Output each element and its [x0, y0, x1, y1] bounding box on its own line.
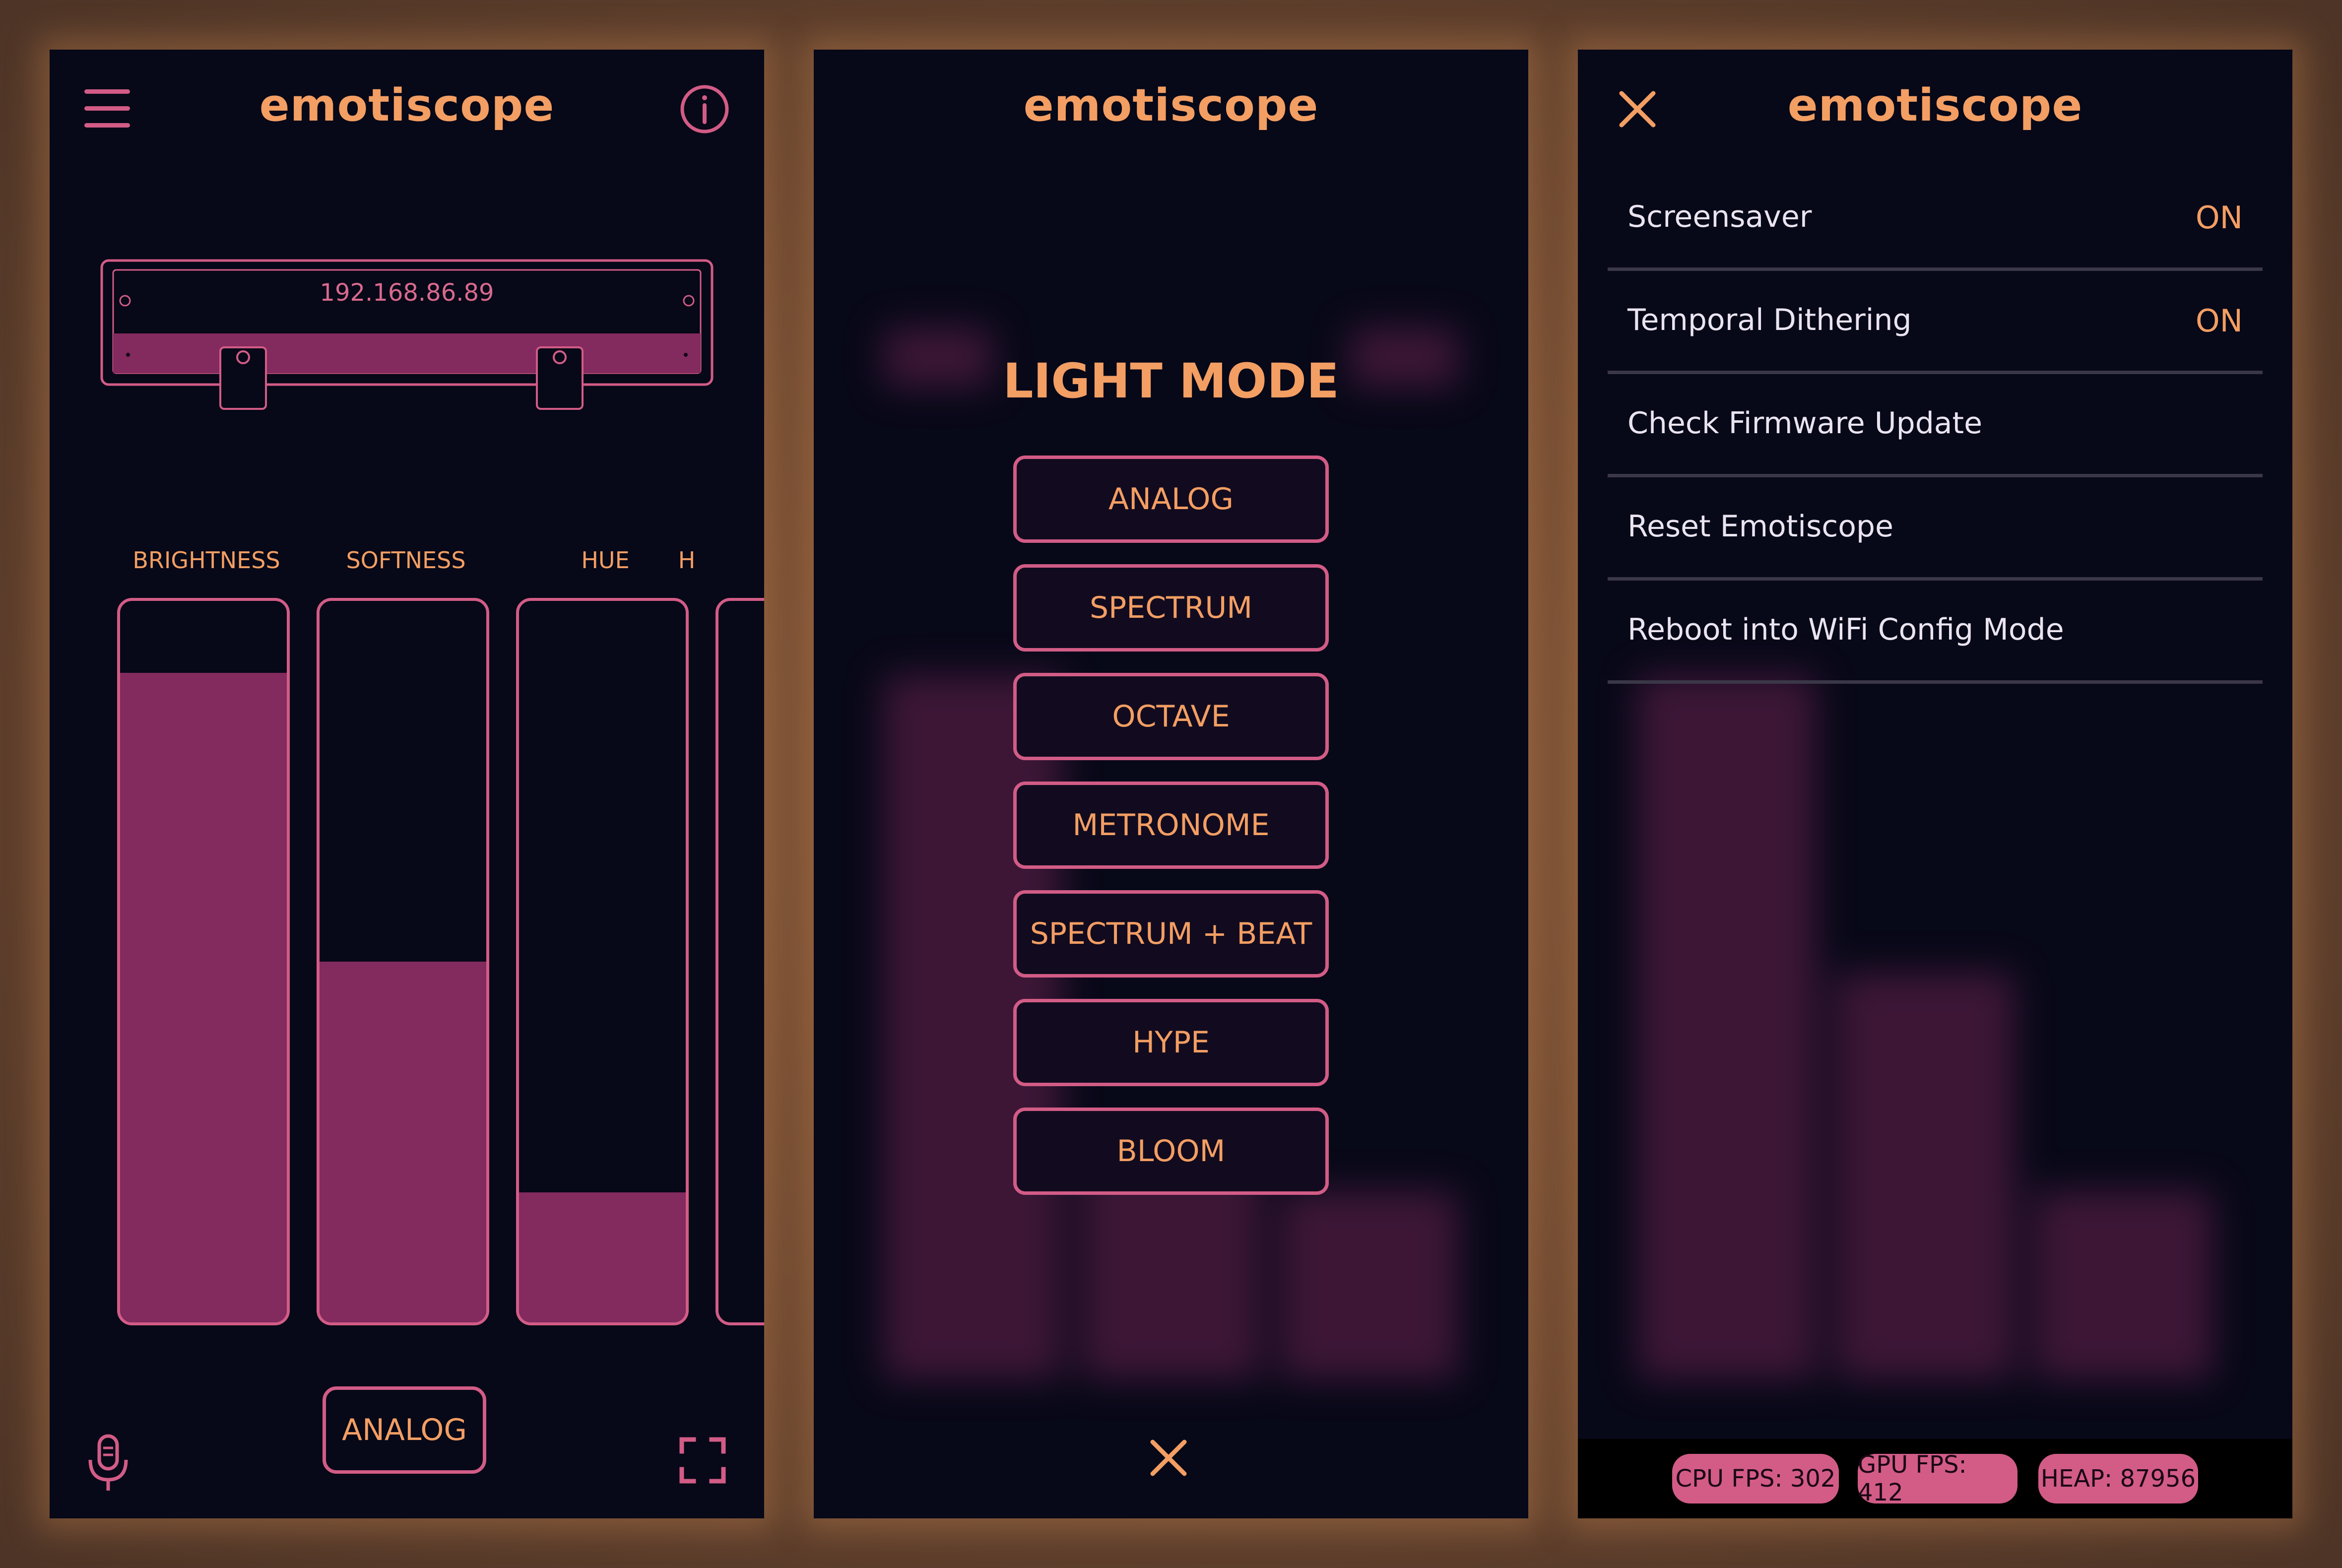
light-mode-heading: LIGHT MODE [1003, 353, 1339, 409]
mode-hype-button[interactable]: HYPE [1013, 999, 1329, 1086]
info-icon[interactable] [679, 83, 730, 135]
heap-badge: HEAP: 87956 [2038, 1454, 2198, 1503]
light-mode-screen: emotiscope LIGHT MODE ANALOG SPECTRUM OC… [814, 50, 1528, 1518]
main-screen: emotiscope 192.168.86.89 BRIGHTNESS SOFT… [50, 50, 764, 1518]
mode-bloom-button[interactable]: BLOOM [1013, 1108, 1329, 1195]
mode-spectrum-beat-button[interactable]: SPECTRUM + BEAT [1013, 890, 1329, 978]
setting-reset[interactable]: Reset Emotiscope [1608, 477, 2263, 581]
setting-label: Reset Emotiscope [1627, 509, 1893, 544]
settings-screen: emotiscope Screensaver ON Temporal Dithe… [1578, 50, 2292, 1518]
setting-value: ON [2195, 303, 2243, 339]
app-title: emotiscope [1787, 79, 2083, 131]
partial-slider[interactable] [716, 598, 764, 1325]
gpu-fps-badge: GPU FPS: 412 [1858, 1451, 2017, 1506]
brightness-slider[interactable] [117, 598, 290, 1325]
softness-slider[interactable] [317, 598, 489, 1325]
setting-screensaver[interactable]: Screensaver ON [1608, 168, 2263, 271]
setting-label: Reboot into WiFi Config Mode [1627, 612, 2064, 647]
device-ip-label: 192.168.86.89 [320, 279, 494, 307]
fullscreen-icon[interactable] [679, 1437, 726, 1484]
cpu-fps-badge: CPU FPS: 302 [1672, 1454, 1839, 1503]
mode-spectrum-button[interactable]: SPECTRUM [1013, 564, 1329, 652]
brightness-label: BRIGHTNESS [132, 547, 280, 574]
mode-metronome-button[interactable]: METRONOME [1013, 782, 1329, 869]
hue-slider[interactable] [516, 598, 689, 1325]
close-icon[interactable] [1150, 1439, 1187, 1477]
setting-label: Screensaver [1627, 199, 1812, 234]
app-title: emotiscope [1023, 79, 1319, 131]
setting-temporal-dithering[interactable]: Temporal Dithering ON [1608, 271, 2263, 374]
softness-label: SOFTNESS [346, 547, 466, 574]
setting-reboot-wifi[interactable]: Reboot into WiFi Config Mode [1608, 581, 2263, 684]
setting-value: ON [2195, 199, 2243, 236]
setting-label: Check Firmware Update [1627, 406, 1982, 441]
setting-check-firmware[interactable]: Check Firmware Update [1608, 374, 2263, 477]
light-mode-button[interactable]: ANALOG [323, 1386, 486, 1474]
app-title: emotiscope [259, 79, 555, 131]
setting-label: Temporal Dithering [1627, 303, 1912, 337]
microphone-icon[interactable] [85, 1434, 131, 1494]
mode-octave-button[interactable]: OCTAVE [1013, 673, 1329, 760]
mode-analog-button[interactable]: ANALOG [1013, 456, 1329, 543]
partial-slider-label: H [678, 547, 696, 574]
